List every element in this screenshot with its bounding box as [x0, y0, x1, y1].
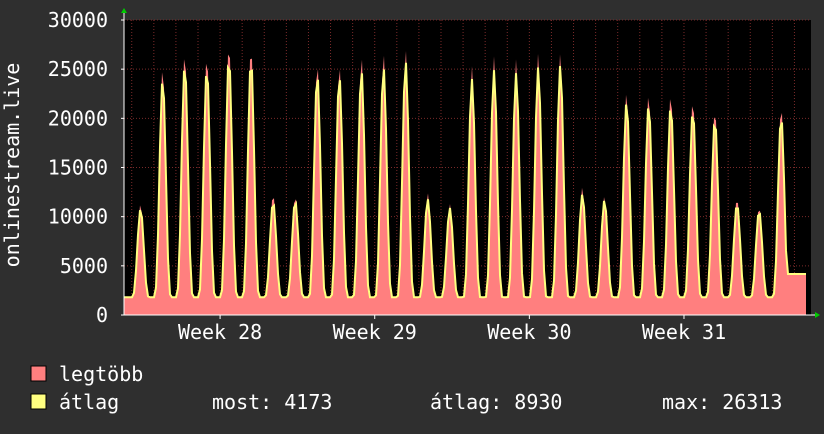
- legend-label-atlag: átlag: [59, 390, 119, 414]
- x-tick-label: Week 29: [333, 320, 417, 344]
- y-tick-label: 0: [96, 303, 108, 327]
- legend-swatch-atlag: [30, 393, 47, 410]
- x-tick-label: Week 31: [642, 320, 726, 344]
- y-tick-label: 10000: [48, 205, 108, 229]
- y-tick-label: 20000: [48, 106, 108, 130]
- stat-atlag: átlag: 8930: [430, 390, 562, 414]
- y-tick-label: 25000: [48, 57, 108, 81]
- y-axis-label: onlinestream.live: [0, 63, 24, 268]
- y-tick-label: 5000: [60, 254, 108, 278]
- x-tick-label: Week 30: [487, 320, 571, 344]
- rrd-graph: 0 5000 10000 15000 20000 25000 30000 Week 28 Wee…: [0, 0, 824, 430]
- stat-max: max: 26313: [662, 390, 782, 414]
- y-tick-label: 15000: [48, 156, 108, 180]
- legend-label-legtobb: legtöbb: [59, 362, 143, 386]
- legend-swatch-legtobb: [30, 365, 47, 382]
- stat-most: most: 4173: [212, 390, 332, 414]
- y-tick-label: 30000: [48, 8, 108, 32]
- chart-svg: 0 5000 10000 15000 20000 25000 30000 Week 28 Wee…: [0, 0, 824, 430]
- x-tick-label: Week 28: [178, 320, 262, 344]
